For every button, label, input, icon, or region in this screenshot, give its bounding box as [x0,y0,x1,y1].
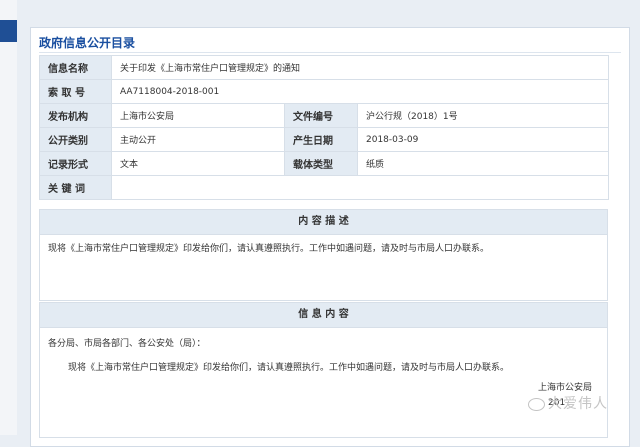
table-row: 记录形式 文本 载体类型 纸质 [39,151,610,176]
wechat-icon [528,397,545,411]
content-signature: 上海市公安局 [538,383,593,393]
record-form-value: 文本 [111,151,285,176]
index-no-label: 索 取 号 [39,79,112,104]
metadata-table: 信息名称 关于印发《上海市常住户口管理规定》的通知 索 取 号 AA711800… [39,55,610,200]
doc-no-label: 文件编号 [284,103,358,128]
content-salutation: 各分局、市局各部门、各公安处（局）： [48,339,206,349]
sidebar-active-tab[interactable] [0,20,17,42]
date-label: 产生日期 [284,127,358,152]
content-paragraph: 现将《上海市常住户口管理规定》印发给你们，请认真遵照执行。工作中如遇问题，请及时… [68,363,510,373]
keywords-label: 关 键 词 [39,175,112,200]
category-value: 主动公开 [111,127,285,152]
table-row: 公开类别 主动公开 产生日期 2018-03-09 [39,127,610,152]
issuer-value: 上海市公安局 [111,103,285,128]
info-disclosure-panel: 政府信息公开目录 信息名称 关于印发《上海市常住户口管理规定》的通知 索 取 号… [30,27,630,447]
info-name-value: 关于印发《上海市常住户口管理规定》的通知 [110,55,610,80]
table-row: 信息名称 关于印发《上海市常住户口管理规定》的通知 [39,55,610,80]
content-heading: 信 息 内 容 [39,302,608,328]
table-row: 发布机构 上海市公安局 文件编号 沪公行规（2018）1号 [39,103,610,128]
abstract-heading: 内 容 描 述 [39,209,608,235]
doc-no-value: 沪公行规（2018）1号 [356,103,610,128]
record-form-label: 记录形式 [39,151,112,176]
panel-title: 政府信息公开目录 [39,36,136,50]
title-divider [39,52,621,53]
keywords-value [110,175,610,200]
index-no-value: AA7118004-2018-001 [110,79,610,104]
carrier-value: 纸质 [356,151,610,176]
info-name-label: 信息名称 [39,55,112,80]
left-sidebar-strip [0,0,17,435]
category-label: 公开类别 [39,127,112,152]
issuer-label: 发布机构 [39,103,112,128]
date-value: 2018-03-09 [356,127,610,152]
watermark: 大爱伟人 [528,393,608,413]
watermark-text: 大爱伟人 [548,396,608,412]
table-row: 索 取 号 AA7118004-2018-001 [39,79,610,104]
abstract-text: 现将《上海市常住户口管理规定》印发给你们，请认真遵照执行。工作中如遇问题，请及时… [39,235,608,301]
content-body: 各分局、市局各部门、各公安处（局）： 现将《上海市常住户口管理规定》印发给你们，… [39,328,608,438]
table-row: 关 键 词 [39,175,610,200]
carrier-label: 载体类型 [284,151,358,176]
